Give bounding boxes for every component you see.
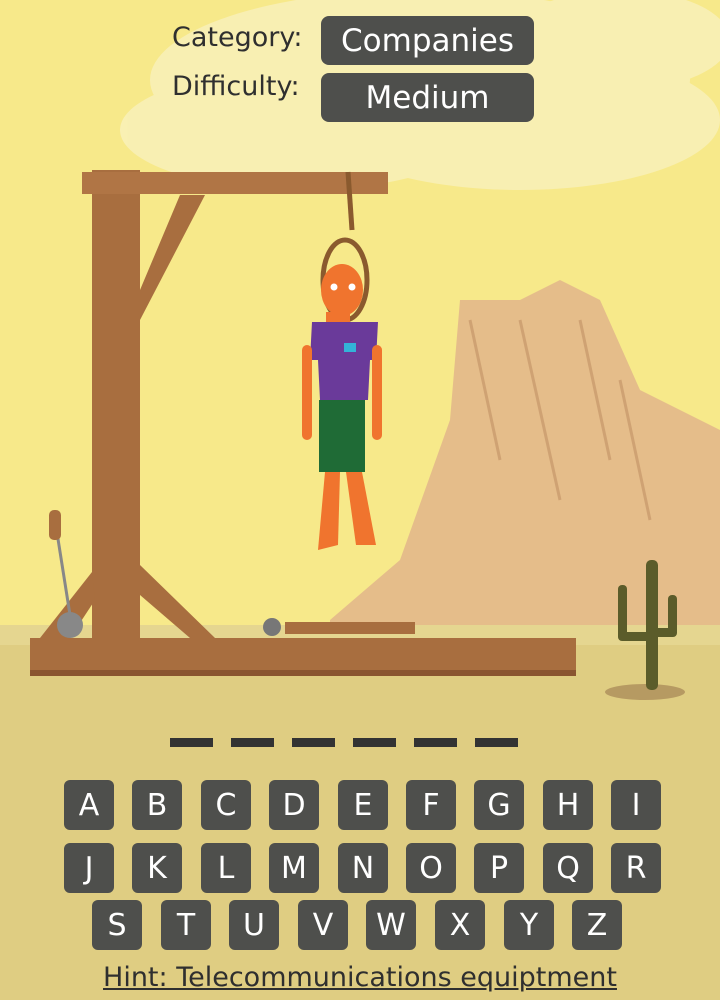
key-e[interactable]: E: [338, 780, 388, 830]
letter-blank: [292, 738, 335, 747]
key-m[interactable]: M: [269, 843, 319, 893]
key-r[interactable]: R: [611, 843, 661, 893]
key-y[interactable]: Y: [504, 900, 554, 950]
key-w[interactable]: W: [366, 900, 416, 950]
category-value: Companies: [321, 16, 534, 65]
hint-text: Hint: Telecommunications equiptment: [0, 962, 720, 993]
letter-blank: [353, 738, 396, 747]
difficulty-value: Medium: [321, 73, 534, 122]
key-s[interactable]: S: [92, 900, 142, 950]
key-x[interactable]: X: [435, 900, 485, 950]
key-t[interactable]: T: [161, 900, 211, 950]
letter-blank: [414, 738, 457, 747]
key-p[interactable]: P: [474, 843, 524, 893]
key-h[interactable]: H: [543, 780, 593, 830]
hint-label: Hint: Telecommunications equiptment: [103, 962, 617, 993]
key-k[interactable]: K: [132, 843, 182, 893]
key-d[interactable]: D: [269, 780, 319, 830]
letter-blank: [475, 738, 518, 747]
key-a[interactable]: A: [64, 780, 114, 830]
key-g[interactable]: G: [474, 780, 524, 830]
letter-blank: [170, 738, 213, 747]
key-i[interactable]: I: [611, 780, 661, 830]
key-j[interactable]: J: [64, 843, 114, 893]
key-z[interactable]: Z: [572, 900, 622, 950]
letter-blank: [231, 738, 274, 747]
word-blanks: [170, 738, 518, 747]
key-u[interactable]: U: [229, 900, 279, 950]
key-n[interactable]: N: [338, 843, 388, 893]
key-q[interactable]: Q: [543, 843, 593, 893]
key-v[interactable]: V: [298, 900, 348, 950]
key-b[interactable]: B: [132, 780, 182, 830]
key-f[interactable]: F: [406, 780, 456, 830]
key-o[interactable]: O: [406, 843, 456, 893]
key-l[interactable]: L: [201, 843, 251, 893]
difficulty-label: Difficulty:: [172, 71, 300, 102]
category-label: Category:: [172, 22, 303, 53]
key-c[interactable]: C: [201, 780, 251, 830]
